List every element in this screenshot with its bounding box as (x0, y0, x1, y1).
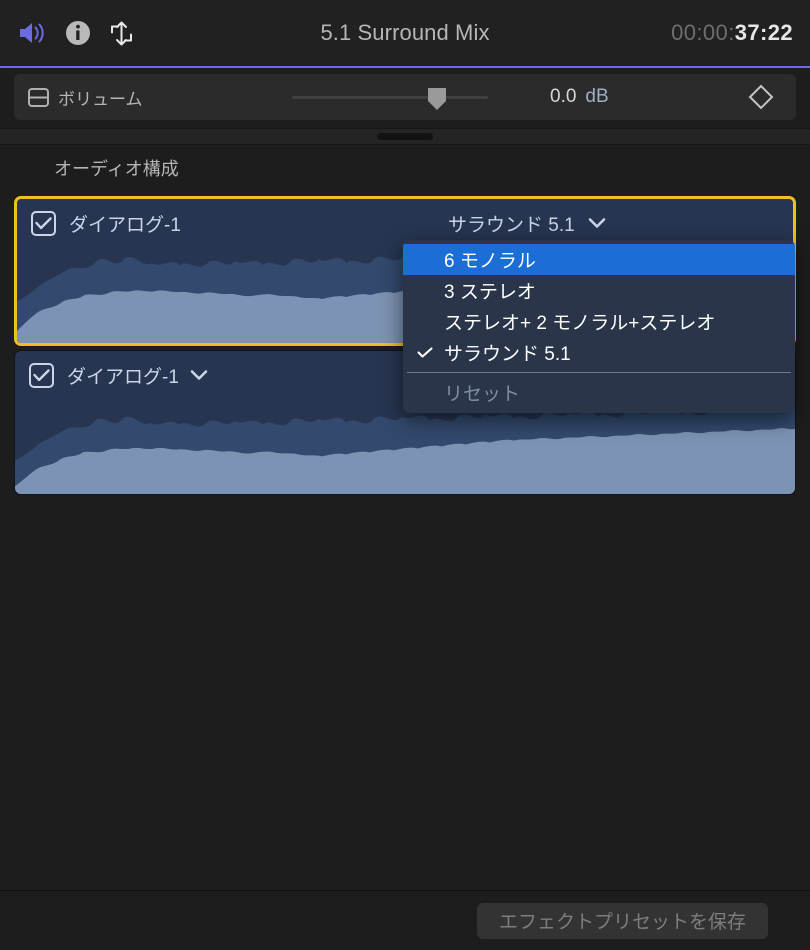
menu-item-surround-51[interactable]: サラウンド 5.1 (403, 337, 795, 368)
volume-label: ボリューム (58, 89, 143, 109)
parameter-area: ボリューム 0.0 dB (0, 68, 810, 126)
menu-item-label: ステレオ+ 2 モノラル+ステレオ (444, 313, 716, 334)
toolbar-icon-group (18, 20, 135, 47)
menu-item-stereo-2-mono-stereo[interactable]: ステレオ+ 2 モノラル+ステレオ (403, 306, 795, 337)
track-enable-checkbox-1[interactable] (31, 210, 56, 236)
panel-divider[interactable] (0, 128, 810, 145)
timecode-seconds-frames: 37:22 (734, 20, 793, 45)
chevron-down-icon[interactable] (588, 217, 606, 229)
menu-item-reset[interactable]: リセット (403, 377, 795, 408)
checkmark-icon (417, 346, 444, 359)
menu-item-label: リセット (444, 384, 521, 405)
track-name-2: ダイアログ-1 (67, 366, 179, 388)
audio-inspector-window: 5.1 Surround Mix 00:00: 37:22 ボリューム 0.0 … (0, 0, 810, 950)
menu-separator (407, 372, 791, 373)
volume-value-field[interactable]: 0.0 dB (550, 74, 609, 120)
window-toolbar: 5.1 Surround Mix 00:00: 37:22 (0, 0, 810, 66)
volume-value: 0.0 (550, 86, 577, 107)
chevron-down-icon[interactable] (190, 369, 208, 381)
footer-bar: エフェクトプリセットを保存 (0, 890, 810, 950)
volume-slider-track (292, 96, 488, 99)
timecode-hours-minutes: 00:00: (671, 20, 735, 45)
volume-speaker-icon[interactable] (18, 20, 48, 46)
track-config-dropdown-menu[interactable]: 6 モノラル 3 ステレオ ステレオ+ 2 モノラル+ステレオ サラウンド 5.… (403, 240, 795, 413)
save-effect-preset-button[interactable]: エフェクトプリセットを保存 (476, 902, 768, 939)
transform-vertical-arrows-icon[interactable] (108, 20, 135, 47)
menu-item-3-stereo[interactable]: 3 ステレオ (403, 275, 795, 306)
info-icon[interactable] (65, 20, 91, 46)
menu-item-label: 3 ステレオ (444, 282, 536, 303)
volume-slider[interactable] (292, 74, 488, 120)
track-config-label-1: サラウンド 5.1 (448, 214, 575, 236)
menu-item-label: 6 モノラル (444, 251, 536, 272)
menu-item-label: サラウンド 5.1 (444, 344, 571, 365)
audio-configuration-title: オーディオ構成 (54, 159, 179, 179)
timecode-display[interactable]: 00:00: 37:22 (671, 0, 793, 66)
track-enable-checkbox-2[interactable] (29, 362, 54, 388)
disclosure-box-icon[interactable] (28, 87, 49, 107)
panel-resize-handle[interactable] (377, 133, 433, 140)
menu-item-6-mono[interactable]: 6 モノラル (403, 244, 795, 275)
volume-parameter-row[interactable]: ボリューム 0.0 dB (14, 74, 796, 120)
volume-unit: dB (585, 86, 609, 107)
track-name-1: ダイアログ-1 (69, 214, 181, 236)
keyframe-diamond-icon[interactable] (748, 74, 774, 120)
volume-slider-knob[interactable] (426, 87, 448, 111)
